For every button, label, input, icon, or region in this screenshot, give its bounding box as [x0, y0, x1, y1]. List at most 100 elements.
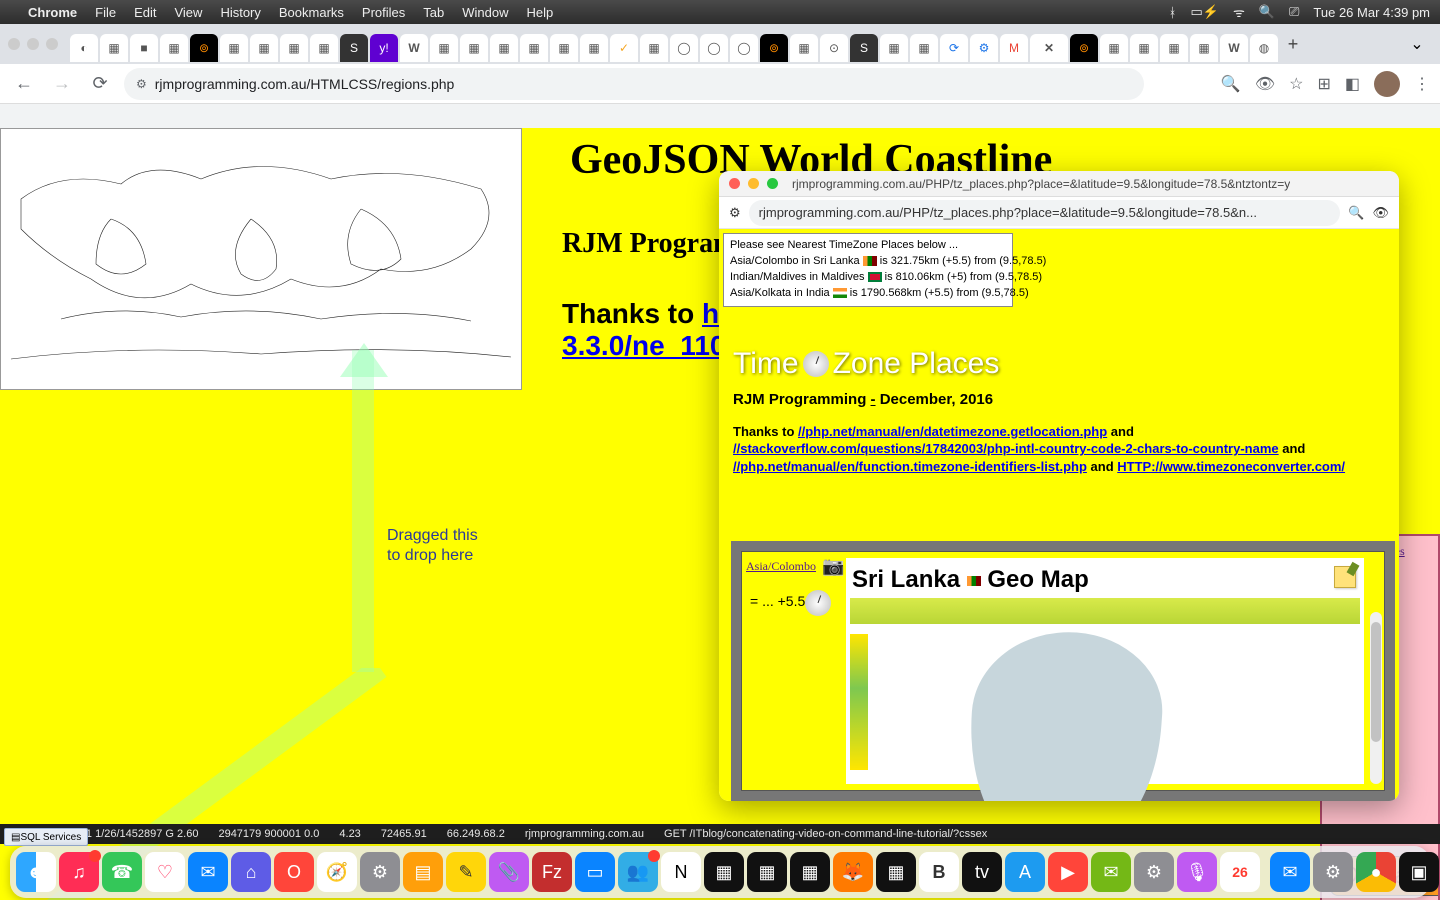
- dock-app-icon[interactable]: 📎: [489, 852, 529, 892]
- forward-button[interactable]: →: [48, 70, 76, 98]
- browser-tab-active[interactable]: ✕: [1030, 34, 1068, 62]
- new-tab-button[interactable]: +: [1280, 31, 1306, 57]
- dock-app-icon[interactable]: ⚙: [360, 852, 400, 892]
- browser-tab[interactable]: ▦: [250, 34, 278, 62]
- browser-tab[interactable]: ▦: [1190, 34, 1218, 62]
- browser-tab[interactable]: ▦: [280, 34, 308, 62]
- dock-app-icon[interactable]: ▶: [1048, 852, 1088, 892]
- dock-app-icon[interactable]: ▦: [790, 852, 830, 892]
- dock-app-icon[interactable]: ♫: [59, 852, 99, 892]
- tab-overflow-button[interactable]: ⌄: [1402, 30, 1432, 58]
- dock-app-icon[interactable]: ⚙: [1134, 852, 1174, 892]
- world-map-image[interactable]: [0, 128, 522, 390]
- menubar-app[interactable]: Chrome: [28, 5, 77, 20]
- browser-tab[interactable]: ✓: [610, 34, 638, 62]
- browser-tab[interactable]: ▦: [910, 34, 938, 62]
- colombo-link[interactable]: Asia/Colombo: [746, 559, 816, 574]
- calendar-icon[interactable]: 26: [1220, 852, 1260, 892]
- side-panel-icon[interactable]: ◧: [1345, 74, 1360, 94]
- bluetooth-icon[interactable]: ᚼ: [1169, 5, 1177, 20]
- dock-app-icon[interactable]: Fz: [532, 852, 572, 892]
- browser-tab[interactable]: ▦: [100, 34, 128, 62]
- browser-tab[interactable]: ◯: [670, 34, 698, 62]
- spotlight-icon[interactable]: 🔍: [1259, 4, 1275, 20]
- dock-app-icon[interactable]: ▤: [403, 852, 443, 892]
- browser-tab[interactable]: ▦: [880, 34, 908, 62]
- dock-app-icon[interactable]: ✎: [446, 852, 486, 892]
- finder-icon[interactable]: ☻: [16, 852, 56, 892]
- browser-tab[interactable]: ⊙: [820, 34, 848, 62]
- dock-app-icon[interactable]: ▣: [1399, 852, 1439, 892]
- browser-tab[interactable]: ⊚: [1070, 34, 1098, 62]
- browser-tab[interactable]: ▦: [460, 34, 488, 62]
- dock-app-icon[interactable]: 🎙: [1177, 852, 1217, 892]
- thanks-link[interactable]: //stackoverflow.com/questions/17842003/p…: [733, 441, 1279, 456]
- menubar-clock[interactable]: Tue 26 Mar 4:39 pm: [1313, 5, 1430, 20]
- browser-tab[interactable]: ▦: [430, 34, 458, 62]
- dock-app-icon[interactable]: ▦: [747, 852, 787, 892]
- browser-tab[interactable]: ▦: [640, 34, 668, 62]
- browser-tab[interactable]: ▦: [580, 34, 608, 62]
- chrome-dock-icon[interactable]: ●: [1356, 852, 1396, 892]
- browser-tab[interactable]: ▦: [1160, 34, 1188, 62]
- dock-app-icon[interactable]: 🧭: [317, 852, 357, 892]
- popup-site-info-icon[interactable]: ⚙: [729, 205, 741, 221]
- menu-window[interactable]: Window: [462, 5, 508, 20]
- menu-profiles[interactable]: Profiles: [362, 5, 405, 20]
- dock-app-icon[interactable]: 👥: [618, 852, 658, 892]
- dock-app-icon[interactable]: ♡: [145, 852, 185, 892]
- reload-button[interactable]: ⟳: [86, 70, 114, 98]
- browser-tab[interactable]: M: [1000, 34, 1028, 62]
- browser-tab[interactable]: ⊚: [190, 34, 218, 62]
- note-icon[interactable]: [1334, 566, 1356, 588]
- browser-tab[interactable]: ▦: [520, 34, 548, 62]
- browser-tab[interactable]: ▦: [220, 34, 248, 62]
- browser-tab[interactable]: ◍: [1250, 34, 1278, 62]
- back-button[interactable]: ←: [10, 70, 38, 98]
- browser-tab[interactable]: ▦: [550, 34, 578, 62]
- browser-tab[interactable]: ⟳: [940, 34, 968, 62]
- popup-zoom-icon2[interactable]: 🔍: [1348, 205, 1364, 221]
- chrome-menu-icon[interactable]: ⋮: [1414, 74, 1430, 94]
- thanks-link[interactable]: //php.net/manual/en/datetimezone.getloca…: [798, 424, 1107, 439]
- menu-file[interactable]: File: [95, 5, 116, 20]
- zoom-icon[interactable]: 🔍: [1221, 74, 1241, 94]
- browser-tab[interactable]: ▦: [160, 34, 188, 62]
- thanks-link[interactable]: //php.net/manual/en/function.timezone-id…: [733, 459, 1087, 474]
- site-info-icon[interactable]: ⚙: [136, 77, 147, 91]
- menu-bookmarks[interactable]: Bookmarks: [279, 5, 344, 20]
- browser-tab[interactable]: W: [1220, 34, 1248, 62]
- popup-eye-icon[interactable]: 👁: [1372, 205, 1389, 221]
- dock-app-icon[interactable]: N: [661, 852, 701, 892]
- dock-app-icon[interactable]: ⌂: [231, 852, 271, 892]
- dock-app-icon[interactable]: ✉: [188, 852, 228, 892]
- browser-tab[interactable]: ▦: [1130, 34, 1158, 62]
- control-center-icon[interactable]: ⎚: [1289, 4, 1299, 20]
- close-window-icon[interactable]: [8, 38, 20, 50]
- minimize-window-icon[interactable]: [27, 38, 39, 50]
- browser-tab[interactable]: ■: [130, 34, 158, 62]
- sql-services-chip[interactable]: ▤ SQL Services: [4, 828, 88, 846]
- menu-tab[interactable]: Tab: [423, 5, 444, 20]
- dock-app-icon[interactable]: B: [919, 852, 959, 892]
- bookmark-star-icon[interactable]: ☆: [1289, 74, 1303, 94]
- dock-app-icon[interactable]: 🦊: [833, 852, 873, 892]
- popup-minimize-icon[interactable]: [748, 178, 759, 189]
- browser-tab[interactable]: ◯: [730, 34, 758, 62]
- dock-app-icon[interactable]: ▦: [704, 852, 744, 892]
- zoom-window-icon[interactable]: [46, 38, 58, 50]
- dock-app-icon[interactable]: ☎: [102, 852, 142, 892]
- menu-edit[interactable]: Edit: [134, 5, 156, 20]
- browser-tab[interactable]: ▦: [790, 34, 818, 62]
- browser-tab[interactable]: S: [340, 34, 368, 62]
- extensions-icon[interactable]: ⊞: [1317, 74, 1330, 94]
- profile-avatar[interactable]: [1374, 71, 1400, 97]
- dock-app-icon[interactable]: O: [274, 852, 314, 892]
- browser-tab[interactable]: ◯: [700, 34, 728, 62]
- dock-app-icon[interactable]: ⚙: [1313, 852, 1353, 892]
- browser-tab[interactable]: S: [850, 34, 878, 62]
- camera-icon[interactable]: 📷: [822, 556, 844, 577]
- dock-app-icon[interactable]: tv: [962, 852, 1002, 892]
- browser-tab[interactable]: ▦: [490, 34, 518, 62]
- menu-help[interactable]: Help: [527, 5, 554, 20]
